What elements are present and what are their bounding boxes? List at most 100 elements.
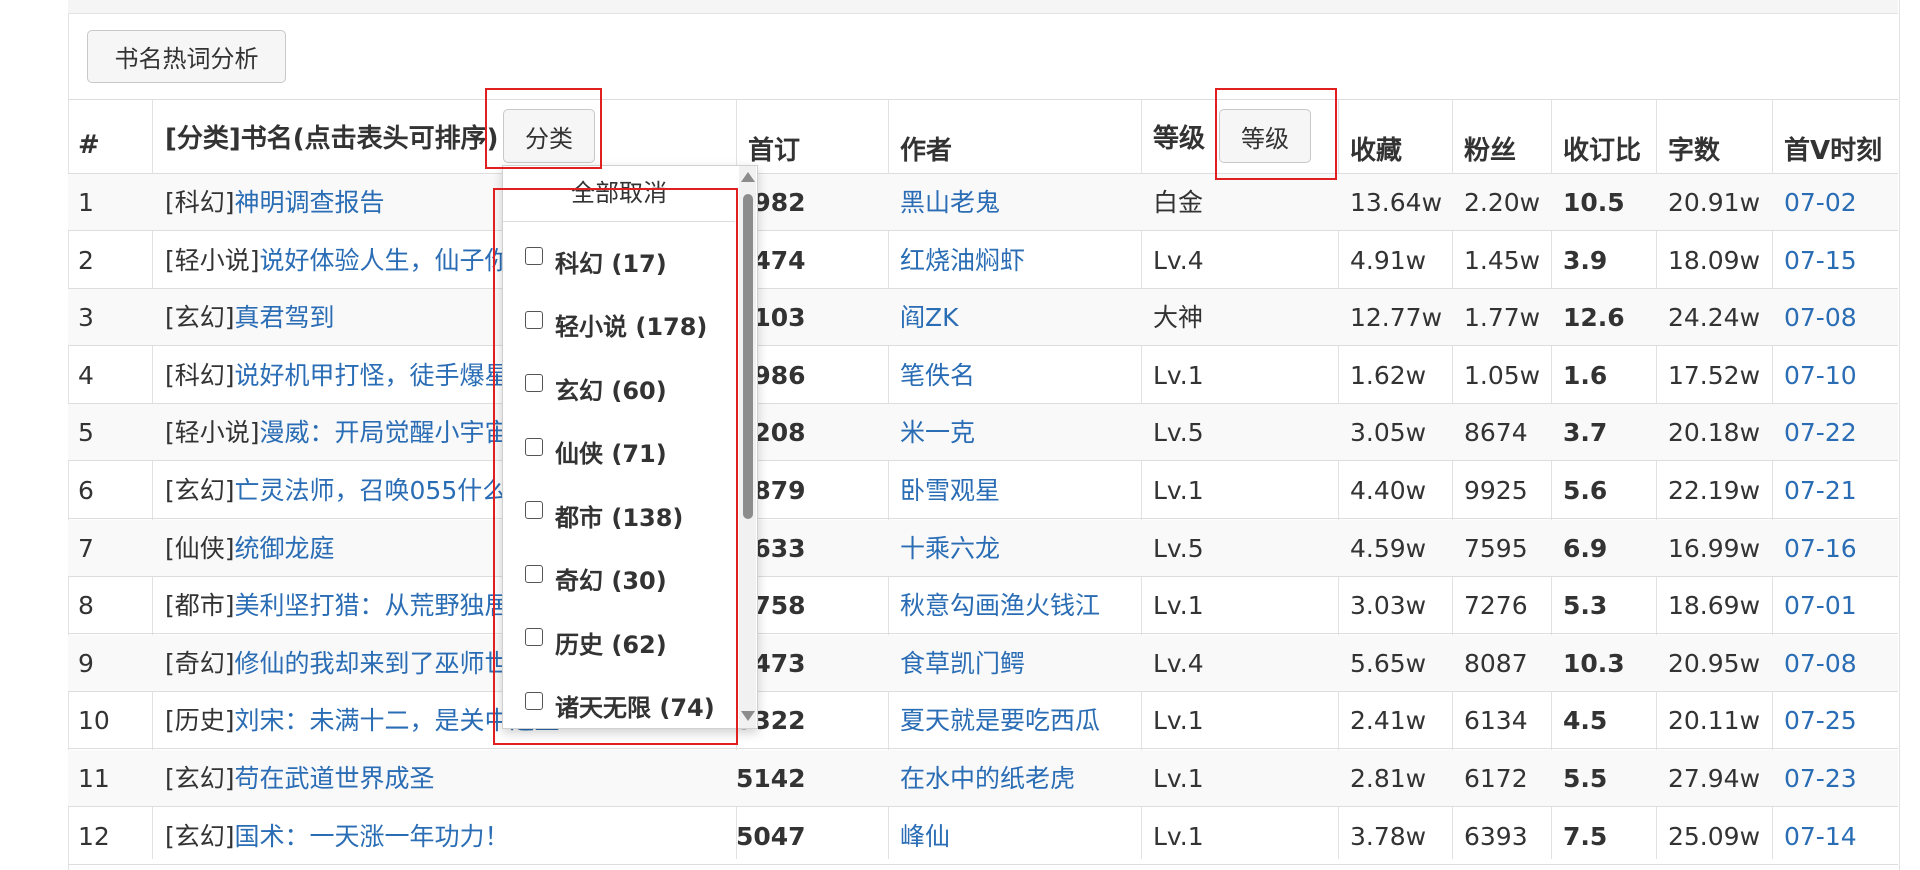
book-title-link[interactable]: 漫威：开局觉醒小宇宙 — [260, 418, 510, 447]
cell-author[interactable]: 秋意勾画渔火钱江 — [900, 577, 1140, 634]
category-option[interactable]: 玄幻 (60) — [525, 368, 667, 408]
cell-author[interactable]: 在水中的纸老虎 — [900, 750, 1140, 807]
col-header-first-v[interactable]: 首V时刻 — [1784, 130, 1882, 167]
cell-first-v[interactable]: 07-08 — [1784, 635, 1884, 692]
cell-words: 27.94w — [1668, 764, 1761, 793]
cell-fans: 7276 — [1464, 591, 1528, 621]
scroll-up-arrow-icon[interactable] — [741, 172, 755, 182]
category-option-label: 奇幻 (30) — [555, 567, 667, 595]
checkbox[interactable] — [525, 310, 543, 329]
cell-level: 大神 — [1153, 303, 1204, 333]
cell-level: Lv.1 — [1153, 360, 1204, 390]
book-title-link[interactable]: 说好机甲打怪，徒手爆星 — [235, 361, 510, 390]
checkbox[interactable] — [525, 374, 543, 392]
cell-fans: 8674 — [1464, 418, 1528, 448]
category-option[interactable]: 诸天无限 (74) — [525, 686, 715, 726]
checkbox[interactable] — [525, 437, 543, 456]
deselect-all-option[interactable]: 全部取消 — [503, 166, 735, 222]
cell-first-v[interactable]: 07-10 — [1784, 347, 1884, 404]
book-title-link[interactable]: 国术：一天涨一年功力！ — [235, 822, 510, 851]
table-row: [都市]美利坚打猎：从荒野独居 8 5758 秋意勾画渔火钱江 Lv.1 3.03w 727… — [68, 577, 1898, 635]
category-option-label: 玄幻 (60) — [555, 376, 667, 405]
col-header-level[interactable]: 等级 — [1153, 118, 1205, 155]
cell-author[interactable]: 卧雪观星 — [900, 462, 1140, 519]
cell-first-v[interactable]: 07-01 — [1784, 577, 1884, 634]
category-option[interactable]: 仙侠 (71) — [525, 432, 667, 472]
category-option-label: 历史 (62) — [555, 630, 667, 659]
cell-first-v[interactable]: 07-23 — [1784, 750, 1884, 807]
book-title-link[interactable]: 美利坚打猎：从荒野独居 — [235, 591, 510, 620]
cell-author[interactable]: 黑山老鬼 — [900, 174, 1140, 231]
cell-author[interactable]: 食草凯门鳄 — [900, 635, 1140, 692]
book-title-link[interactable]: 统御龙庭 — [235, 534, 335, 563]
cell-favorites: 2.81w — [1350, 764, 1427, 793]
cell-favorites: 12.77w — [1350, 303, 1443, 333]
checkbox[interactable] — [525, 628, 543, 646]
cell-first-v[interactable]: 07-22 — [1784, 404, 1884, 461]
category-tag: [玄幻] — [165, 764, 235, 793]
category-option-label: 轻小说 (178) — [555, 313, 708, 341]
cell-author[interactable]: 红烧油焖虾 — [900, 232, 1140, 289]
col-header-words[interactable]: 字数 — [1668, 130, 1720, 167]
table-row: [轻小说]漫威：开局觉醒小宇宙 5 8208 米一克 Lv.5 3.05w 8674 3.7 2… — [68, 404, 1898, 462]
cell-author[interactable]: 阎ZK — [900, 289, 1140, 346]
cell-first-v[interactable]: 07-16 — [1784, 520, 1884, 577]
cell-first-v[interactable]: 07-08 — [1784, 289, 1884, 346]
cell-first-v[interactable]: 07-21 — [1784, 462, 1884, 519]
col-header-fans[interactable]: 粉丝 — [1464, 130, 1516, 167]
cell-author[interactable]: 十乘六龙 — [900, 520, 1140, 577]
col-header-ratio[interactable]: 收订比 — [1563, 130, 1641, 167]
cell-level: Lv.1 — [1153, 591, 1204, 621]
cell-favorites: 3.78w — [1350, 821, 1427, 851]
table-row: [玄幻]亡灵法师，召唤055什么 6 7879 卧雪观星 Lv.1 4.40w 9925 5.… — [68, 462, 1898, 519]
cell-author[interactable]: 峰仙 — [900, 808, 1140, 865]
cell-words: 18.09w — [1668, 245, 1761, 275]
col-header-title[interactable]: [分类]书名(点击表头可排序) — [165, 118, 499, 155]
col-header-author[interactable]: 作者 — [900, 130, 952, 167]
level-filter-button[interactable]: 等级 — [1219, 109, 1311, 163]
cell-author[interactable]: 米一克 — [900, 404, 1140, 461]
col-header-favorites[interactable]: 收藏 — [1350, 130, 1402, 167]
cell-ratio: 3.9 — [1563, 245, 1608, 275]
book-title-link[interactable]: 亡灵法师，召唤055什么 — [235, 476, 508, 505]
cell-first-v[interactable]: 07-02 — [1784, 174, 1884, 231]
table-row: [玄幻]国术：一天涨一年功力！ 12 5047 峰仙 Lv.1 3.78w 6393 7.5 2… — [68, 808, 1898, 865]
scroll-down-arrow-icon[interactable] — [741, 711, 755, 721]
cell-first-v[interactable]: 07-25 — [1784, 692, 1884, 749]
cell-fans: 6393 — [1464, 821, 1528, 851]
category-option[interactable]: 科幻 (17) — [525, 241, 667, 281]
cell-level: Lv.1 — [1153, 821, 1204, 851]
category-filter-button[interactable]: 分类 — [503, 109, 595, 163]
checkbox[interactable] — [525, 501, 543, 519]
cell-author[interactable]: 夏天就是要吃西瓜 — [900, 692, 1140, 749]
book-title-link[interactable]: 真君驾到 — [235, 303, 335, 332]
cell-first-v[interactable]: 07-15 — [1784, 232, 1884, 289]
book-title-link[interactable]: 神明调查报告 — [235, 188, 385, 217]
cell-first-v[interactable]: 07-14 — [1784, 808, 1884, 865]
cell-num: 6 — [78, 476, 94, 505]
cell-fans: 7595 — [1464, 533, 1528, 563]
checkbox[interactable] — [525, 691, 543, 710]
hot-words-analysis-button[interactable]: 书名热词分析 — [87, 30, 286, 83]
scrollbar-thumb[interactable] — [743, 194, 753, 519]
cell-level: Lv.1 — [1153, 706, 1204, 736]
checkbox[interactable] — [525, 247, 543, 265]
checkbox[interactable] — [525, 564, 543, 583]
book-title-link[interactable]: 修仙的我却来到了巫师世界 — [235, 649, 535, 678]
table-row: [轻小说]说好体验人生，仙子你 2 2474 红烧油焖虾 Lv.4 4.91w 1.45w 3… — [68, 232, 1898, 289]
cell-favorites: 4.40w — [1350, 476, 1427, 505]
cell-words: 16.99w — [1668, 533, 1761, 563]
cell-level: Lv.4 — [1153, 648, 1204, 678]
category-option[interactable]: 历史 (62) — [525, 622, 667, 662]
cell-first-sub: 5047 — [736, 821, 806, 851]
cell-first-sub: 5142 — [736, 764, 806, 793]
book-title-link[interactable]: 说好体验人生，仙子你 — [260, 246, 510, 275]
category-option[interactable]: 奇幻 (30) — [525, 559, 667, 599]
col-header-first-sub[interactable]: 首订 — [748, 130, 800, 167]
cell-ratio: 10.3 — [1563, 648, 1625, 678]
book-title-link[interactable]: 苟在武道世界成圣 — [235, 764, 435, 793]
cell-author[interactable]: 笔佚名 — [900, 347, 1140, 404]
col-header-num[interactable]: # — [78, 130, 100, 160]
category-option[interactable]: 轻小说 (178) — [525, 305, 707, 345]
category-option[interactable]: 都市 (138) — [525, 495, 683, 535]
